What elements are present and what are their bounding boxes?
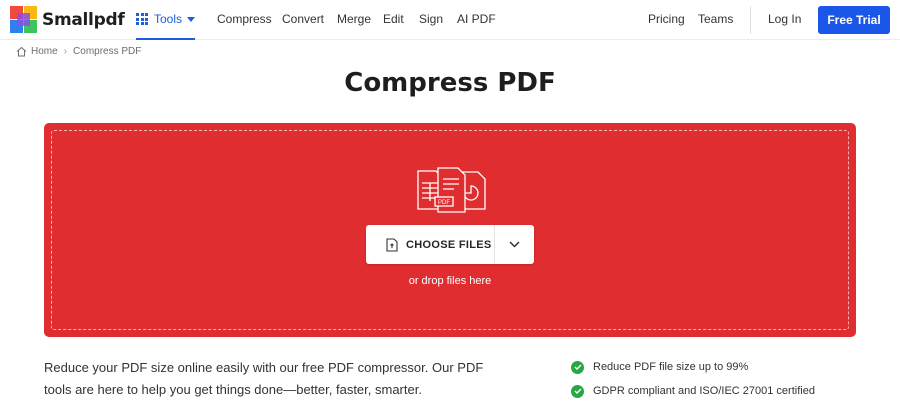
chevron-right-icon: › — [63, 46, 68, 57]
free-trial-button[interactable]: Free Trial — [818, 6, 890, 34]
documents-icon: PDF — [417, 167, 486, 213]
check-icon — [571, 384, 584, 398]
grid-icon — [136, 13, 148, 25]
nav-link-merge[interactable]: Merge — [337, 12, 371, 26]
feature-list: Reduce PDF file size up to 99% GDPR comp… — [571, 355, 815, 403]
breadcrumb-home[interactable]: Home — [31, 46, 58, 57]
nav-link-compress[interactable]: Compress — [217, 12, 272, 26]
login-link[interactable]: Log In — [768, 12, 801, 26]
feature-item: GDPR compliant and ISO/IEC 27001 certifi… — [571, 379, 815, 403]
smallpdf-logo[interactable]: Smallpdf — [10, 6, 125, 33]
choose-files-button[interactable]: CHOOSE FILES — [366, 225, 495, 264]
tools-label: Tools — [154, 12, 183, 26]
drop-hint: or drop files here — [408, 275, 492, 287]
caret-down-icon — [187, 16, 196, 22]
feature-text: Reduce PDF file size up to 99% — [593, 361, 749, 373]
feature-item: Reduce PDF file size up to 99% — [571, 355, 815, 379]
file-dropzone[interactable]: PDF CHOOSE FILES or drop files here — [44, 123, 856, 337]
breadcrumb-current: Compress PDF — [73, 46, 142, 57]
page-title: Compress PDF — [344, 68, 556, 98]
nav-link-teams[interactable]: Teams — [698, 12, 733, 26]
tool-description: Reduce your PDF size online easily with … — [44, 360, 484, 397]
check-icon — [571, 360, 584, 374]
nav-divider — [750, 6, 751, 34]
nav-link-pricing[interactable]: Pricing — [648, 12, 685, 26]
nav-link-sign[interactable]: Sign — [419, 12, 443, 26]
top-navbar: Smallpdf Tools Compress Convert Merge Ed… — [0, 0, 900, 40]
smallpdf-logo-icon — [10, 6, 37, 33]
svg-text:PDF: PDF — [438, 200, 450, 206]
nav-link-convert[interactable]: Convert — [282, 12, 324, 26]
home-icon — [16, 46, 27, 57]
breadcrumb: Home › Compress PDF — [16, 46, 141, 57]
choose-source-dropdown[interactable] — [495, 225, 534, 264]
chevron-down-icon — [509, 241, 520, 248]
nav-link-ai-pdf[interactable]: AI PDF — [457, 12, 496, 26]
file-upload-icon — [386, 237, 398, 252]
tools-menu[interactable]: Tools — [136, 0, 196, 40]
feature-text: GDPR compliant and ISO/IEC 27001 certifi… — [593, 385, 815, 397]
nav-link-edit[interactable]: Edit — [383, 12, 404, 26]
brand-name: Smallpdf — [42, 9, 125, 30]
choose-files-label: CHOOSE FILES — [406, 238, 492, 251]
choose-files-group: CHOOSE FILES — [366, 225, 534, 264]
